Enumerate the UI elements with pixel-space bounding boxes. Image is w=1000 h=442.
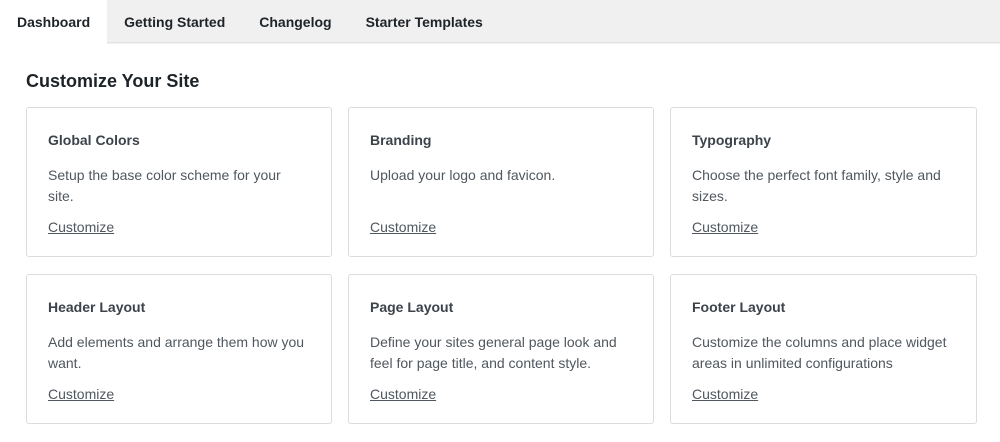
customize-footer-layout-link[interactable]: Customize — [692, 385, 758, 403]
customize-typography-link[interactable]: Customize — [692, 218, 758, 236]
card-title: Header Layout — [48, 299, 146, 315]
card-page-layout: Page Layout Define your sites general pa… — [348, 274, 654, 424]
card-title: Global Colors — [48, 132, 140, 148]
card-title: Typography — [692, 132, 772, 148]
tab-getting-started[interactable]: Getting Started — [107, 0, 242, 43]
card-description: Customize the columns and place widget a… — [692, 334, 947, 371]
card-footer-layout: Footer Layout Customize the columns and … — [670, 274, 977, 424]
customize-global-colors-link[interactable]: Customize — [48, 218, 114, 236]
card-typography: Typography Choose the perfect font famil… — [670, 107, 977, 257]
card-description: Add elements and arrange them how you wa… — [48, 334, 305, 371]
customize-branding-link[interactable]: Customize — [370, 218, 436, 236]
card-description: Choose the perfect font family, style an… — [692, 167, 941, 204]
page-title: Customize Your Site — [26, 71, 200, 91]
customize-card-grid: Global Colors Setup the base color schem… — [26, 107, 977, 424]
card-description: Setup the base color scheme for your sit… — [48, 167, 281, 204]
customize-header-layout-link[interactable]: Customize — [48, 385, 114, 403]
customize-page-layout-link[interactable]: Customize — [370, 385, 436, 403]
card-description: Define your sites general page look and … — [370, 334, 617, 371]
card-title: Page Layout — [370, 299, 454, 315]
card-header-layout: Header Layout Add elements and arrange t… — [26, 274, 332, 424]
card-global-colors: Global Colors Setup the base color schem… — [26, 107, 332, 257]
tab-starter-templates[interactable]: Starter Templates — [349, 0, 500, 43]
tab-dashboard[interactable]: Dashboard — [0, 0, 108, 44]
tab-changelog[interactable]: Changelog — [242, 0, 348, 43]
card-description: Upload your logo and favicon. — [370, 167, 556, 183]
main-panel: Customize Your Site Global Colors Setup … — [0, 44, 1000, 442]
card-branding: Branding Upload your logo and favicon. C… — [348, 107, 654, 257]
card-title: Branding — [370, 132, 432, 148]
card-title: Footer Layout — [692, 299, 786, 315]
tab-bar: Dashboard Getting Started Changelog Star… — [0, 0, 1000, 44]
